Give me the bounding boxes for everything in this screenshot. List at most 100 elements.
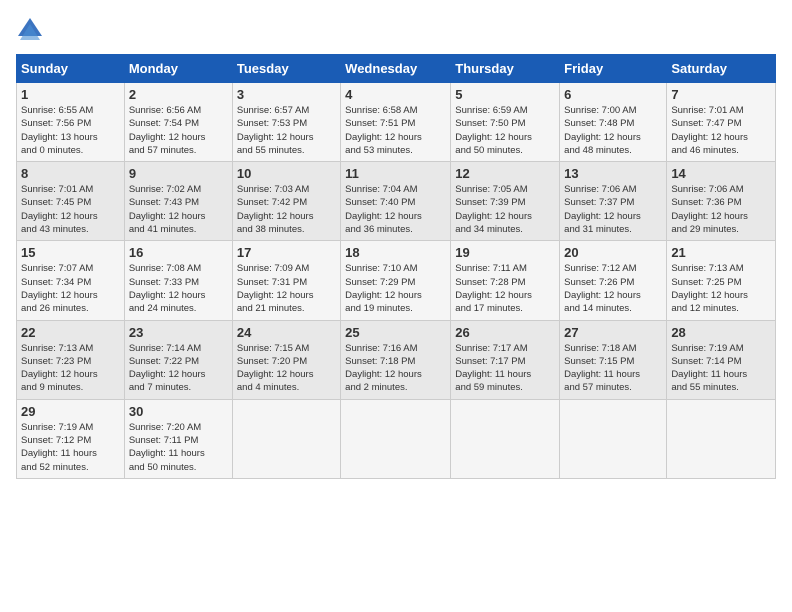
day-cell: 28 Sunrise: 7:19 AM Sunset: 7:14 PM Dayli… <box>667 320 776 399</box>
day-cell: 19 Sunrise: 7:11 AM Sunset: 7:28 PM Dayli… <box>451 241 560 320</box>
day-cell: 26 Sunrise: 7:17 AM Sunset: 7:17 PM Dayli… <box>451 320 560 399</box>
day-info: Sunrise: 7:16 AM Sunset: 7:18 PM Dayligh… <box>345 342 446 395</box>
day-number: 27 <box>564 325 662 340</box>
header-day: Friday <box>560 55 667 83</box>
day-info: Sunrise: 7:08 AM Sunset: 7:33 PM Dayligh… <box>129 262 228 315</box>
day-number: 9 <box>129 166 228 181</box>
calendar-table: SundayMondayTuesdayWednesdayThursdayFrid… <box>16 54 776 479</box>
week-row: 8 Sunrise: 7:01 AM Sunset: 7:45 PM Daylig… <box>17 162 776 241</box>
day-number: 12 <box>455 166 555 181</box>
day-cell: 11 Sunrise: 7:04 AM Sunset: 7:40 PM Dayli… <box>341 162 451 241</box>
day-info: Sunrise: 7:19 AM Sunset: 7:12 PM Dayligh… <box>21 421 120 474</box>
logo-icon <box>16 16 44 44</box>
day-info: Sunrise: 7:11 AM Sunset: 7:28 PM Dayligh… <box>455 262 555 315</box>
day-info: Sunrise: 7:17 AM Sunset: 7:17 PM Dayligh… <box>455 342 555 395</box>
day-number: 19 <box>455 245 555 260</box>
day-cell: 21 Sunrise: 7:13 AM Sunset: 7:25 PM Dayli… <box>667 241 776 320</box>
day-info: Sunrise: 7:07 AM Sunset: 7:34 PM Dayligh… <box>21 262 120 315</box>
day-number: 21 <box>671 245 771 260</box>
day-number: 5 <box>455 87 555 102</box>
day-number: 6 <box>564 87 662 102</box>
day-info: Sunrise: 7:20 AM Sunset: 7:11 PM Dayligh… <box>129 421 228 474</box>
header-day: Wednesday <box>341 55 451 83</box>
header-day: Tuesday <box>232 55 340 83</box>
day-cell: 14Sunrise: 7:06 AM Sunset: 7:36 PM Dayli… <box>667 162 776 241</box>
main-container: SundayMondayTuesdayWednesdayThursdayFrid… <box>0 0 792 489</box>
day-number: 23 <box>129 325 228 340</box>
day-cell <box>667 399 776 478</box>
day-number: 2 <box>129 87 228 102</box>
day-number: 11 <box>345 166 446 181</box>
day-cell: 12 Sunrise: 7:05 AM Sunset: 7:39 PM Dayli… <box>451 162 560 241</box>
day-cell <box>341 399 451 478</box>
header <box>16 16 776 44</box>
day-cell: 27 Sunrise: 7:18 AM Sunset: 7:15 PM Dayli… <box>560 320 667 399</box>
day-number: 24 <box>237 325 336 340</box>
day-number: 25 <box>345 325 446 340</box>
day-number: 10 <box>237 166 336 181</box>
day-number: 7 <box>671 87 771 102</box>
header-day: Saturday <box>667 55 776 83</box>
day-cell: 6 Sunrise: 7:00 AM Sunset: 7:48 PM Daylig… <box>560 83 667 162</box>
day-number: 1 <box>21 87 120 102</box>
day-number: 22 <box>21 325 120 340</box>
day-cell: 25 Sunrise: 7:16 AM Sunset: 7:18 PM Dayli… <box>341 320 451 399</box>
day-info: Sunrise: 7:13 AM Sunset: 7:25 PM Dayligh… <box>671 262 771 315</box>
day-cell: 8 Sunrise: 7:01 AM Sunset: 7:45 PM Daylig… <box>17 162 125 241</box>
day-number: 8 <box>21 166 120 181</box>
day-info: Sunrise: 7:03 AM Sunset: 7:42 PM Dayligh… <box>237 183 336 236</box>
day-info: Sunrise: 7:13 AM Sunset: 7:23 PM Dayligh… <box>21 342 120 395</box>
day-cell: 24 Sunrise: 7:15 AM Sunset: 7:20 PM Dayli… <box>232 320 340 399</box>
day-cell: 5 Sunrise: 6:59 AM Sunset: 7:50 PM Daylig… <box>451 83 560 162</box>
day-info: Sunrise: 7:01 AM Sunset: 7:45 PM Dayligh… <box>21 183 120 236</box>
day-cell: 20Sunrise: 7:12 AM Sunset: 7:26 PM Dayli… <box>560 241 667 320</box>
day-info: Sunrise: 7:04 AM Sunset: 7:40 PM Dayligh… <box>345 183 446 236</box>
week-row: 15 Sunrise: 7:07 AM Sunset: 7:34 PM Dayli… <box>17 241 776 320</box>
day-number: 29 <box>21 404 120 419</box>
day-info: Sunrise: 7:18 AM Sunset: 7:15 PM Dayligh… <box>564 342 662 395</box>
header-day: Sunday <box>17 55 125 83</box>
day-number: 15 <box>21 245 120 260</box>
header-day: Thursday <box>451 55 560 83</box>
day-cell: 17 Sunrise: 7:09 AM Sunset: 7:31 PM Dayli… <box>232 241 340 320</box>
day-info: Sunrise: 7:19 AM Sunset: 7:14 PM Dayligh… <box>671 342 771 395</box>
day-info: Sunrise: 7:05 AM Sunset: 7:39 PM Dayligh… <box>455 183 555 236</box>
day-info: Sunrise: 7:09 AM Sunset: 7:31 PM Dayligh… <box>237 262 336 315</box>
day-info: Sunrise: 6:55 AM Sunset: 7:56 PM Dayligh… <box>21 104 120 157</box>
day-number: 26 <box>455 325 555 340</box>
day-number: 20 <box>564 245 662 260</box>
day-cell: 9 Sunrise: 7:02 AM Sunset: 7:43 PM Daylig… <box>124 162 232 241</box>
day-cell: 1 Sunrise: 6:55 AM Sunset: 7:56 PM Daylig… <box>17 83 125 162</box>
day-cell: 10 Sunrise: 7:03 AM Sunset: 7:42 PM Dayli… <box>232 162 340 241</box>
day-cell: 3Sunrise: 6:57 AM Sunset: 7:53 PM Daylig… <box>232 83 340 162</box>
day-info: Sunrise: 6:58 AM Sunset: 7:51 PM Dayligh… <box>345 104 446 157</box>
day-cell: 22 Sunrise: 7:13 AM Sunset: 7:23 PM Dayli… <box>17 320 125 399</box>
day-cell: 15 Sunrise: 7:07 AM Sunset: 7:34 PM Dayli… <box>17 241 125 320</box>
day-info: Sunrise: 7:00 AM Sunset: 7:48 PM Dayligh… <box>564 104 662 157</box>
day-cell: 16Sunrise: 7:08 AM Sunset: 7:33 PM Dayli… <box>124 241 232 320</box>
day-info: Sunrise: 7:06 AM Sunset: 7:36 PM Dayligh… <box>671 183 771 236</box>
day-cell: 2Sunrise: 6:56 AM Sunset: 7:54 PM Daylig… <box>124 83 232 162</box>
day-cell: 29 Sunrise: 7:19 AM Sunset: 7:12 PM Dayli… <box>17 399 125 478</box>
day-cell <box>451 399 560 478</box>
day-number: 17 <box>237 245 336 260</box>
day-info: Sunrise: 7:06 AM Sunset: 7:37 PM Dayligh… <box>564 183 662 236</box>
day-info: Sunrise: 7:02 AM Sunset: 7:43 PM Dayligh… <box>129 183 228 236</box>
day-cell: 18Sunrise: 7:10 AM Sunset: 7:29 PM Dayli… <box>341 241 451 320</box>
day-cell: 30Sunrise: 7:20 AM Sunset: 7:11 PM Dayli… <box>124 399 232 478</box>
day-info: Sunrise: 6:57 AM Sunset: 7:53 PM Dayligh… <box>237 104 336 157</box>
header-row: SundayMondayTuesdayWednesdayThursdayFrid… <box>17 55 776 83</box>
day-number: 28 <box>671 325 771 340</box>
week-row: 1 Sunrise: 6:55 AM Sunset: 7:56 PM Daylig… <box>17 83 776 162</box>
week-row: 22 Sunrise: 7:13 AM Sunset: 7:23 PM Dayli… <box>17 320 776 399</box>
day-info: Sunrise: 7:15 AM Sunset: 7:20 PM Dayligh… <box>237 342 336 395</box>
day-info: Sunrise: 7:10 AM Sunset: 7:29 PM Dayligh… <box>345 262 446 315</box>
day-cell <box>560 399 667 478</box>
header-day: Monday <box>124 55 232 83</box>
day-info: Sunrise: 6:59 AM Sunset: 7:50 PM Dayligh… <box>455 104 555 157</box>
week-row: 29 Sunrise: 7:19 AM Sunset: 7:12 PM Dayli… <box>17 399 776 478</box>
day-cell: 23 Sunrise: 7:14 AM Sunset: 7:22 PM Dayli… <box>124 320 232 399</box>
day-info: Sunrise: 7:14 AM Sunset: 7:22 PM Dayligh… <box>129 342 228 395</box>
day-number: 13 <box>564 166 662 181</box>
day-number: 4 <box>345 87 446 102</box>
